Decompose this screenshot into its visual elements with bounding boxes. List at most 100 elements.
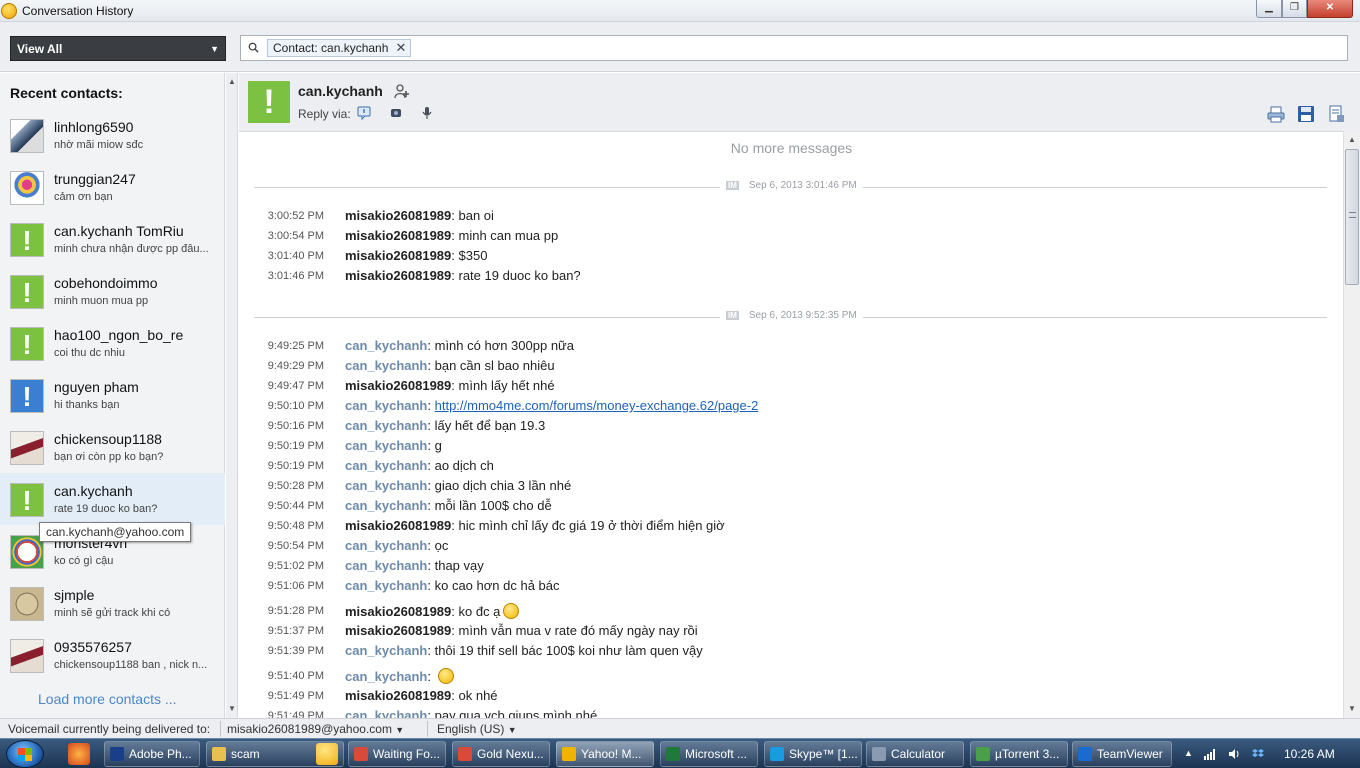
chevron-up-icon[interactable]: ▲ bbox=[1184, 748, 1196, 760]
search-chip-label: Contact: can.kychanh bbox=[273, 41, 389, 55]
smile-emoji-icon bbox=[437, 668, 454, 684]
delete-history-icon[interactable] bbox=[1327, 105, 1345, 123]
minimize-button[interactable]: ▁ bbox=[1256, 0, 1282, 18]
volume-icon[interactable] bbox=[1228, 748, 1240, 760]
start-button[interactable] bbox=[6, 740, 44, 768]
close-icon[interactable]: ✕ bbox=[396, 40, 407, 56]
message-sender: misakio26081989 bbox=[345, 208, 452, 223]
taskbar-item-label: Waiting Fo... bbox=[373, 747, 440, 761]
default-avatar-icon: ! bbox=[10, 275, 44, 309]
load-more-contacts-link[interactable]: Load more contacts ... bbox=[38, 691, 177, 707]
conversation-panel: ! can.kychanh Reply via: No more message… bbox=[239, 73, 1360, 718]
message-row: 9:49:47 PM misakio26081989: mình lấy hết … bbox=[239, 378, 1344, 398]
contact-item[interactable]: trunggian247 cảm ơn bạn bbox=[0, 161, 225, 213]
default-avatar-icon: ! bbox=[10, 223, 44, 257]
message-body: can_kychanh: giao dịch chia 3 lần nhé bbox=[345, 478, 572, 493]
message-text: lấy hết để bạn 19.3 bbox=[434, 418, 546, 433]
message-text: ao dịch ch bbox=[434, 458, 494, 473]
taskbar-item-label: Adobe Ph... bbox=[129, 747, 192, 761]
message-row: 9:51:06 PM can_kychanh: ko cao hơn dc hả … bbox=[239, 578, 1344, 598]
voicemail-email-select[interactable]: misakio26081989@yahoo.com ▼ bbox=[227, 722, 404, 736]
taskbar-item[interactable]: Yahoo! M... bbox=[556, 741, 654, 767]
sidebar-scrollbar[interactable]: ▲ ▼ bbox=[226, 73, 238, 718]
message-time: 9:51:49 PM bbox=[267, 710, 324, 718]
add-contact-icon[interactable] bbox=[394, 83, 410, 99]
message-sender: can_kychanh bbox=[345, 669, 428, 684]
taskbar-item[interactable]: Adobe Ph... bbox=[104, 741, 200, 767]
default-avatar-icon: ! bbox=[10, 327, 44, 361]
message-body: misakio26081989: ban oi bbox=[345, 208, 494, 223]
contact-last-message: minh chưa nhận được pp đâu... bbox=[54, 243, 209, 255]
app-icon bbox=[1078, 747, 1092, 761]
message-body: misakio26081989: mình vẫn mua v rate đó … bbox=[345, 623, 698, 638]
video-call-icon[interactable] bbox=[389, 106, 403, 120]
im-badge: IM bbox=[726, 181, 739, 190]
search-input[interactable]: Contact: can.kychanh ✕ bbox=[240, 35, 1348, 61]
taskbar-item[interactable]: Waiting Fo... bbox=[348, 741, 446, 767]
language-select[interactable]: English (US) ▼ bbox=[437, 722, 517, 736]
scroll-thumb[interactable] bbox=[1345, 149, 1359, 285]
message-time: 9:50:54 PM bbox=[267, 540, 324, 552]
message-row: 9:50:44 PM can_kychanh: mỗi lần 100$ cho … bbox=[239, 498, 1344, 518]
taskbar-item[interactable]: Skype™ [1... bbox=[764, 741, 862, 767]
message-text: ban oi bbox=[458, 208, 494, 223]
contact-item[interactable]: ! nguyen pham hi thanks bạn bbox=[0, 369, 225, 421]
taskbar-item-label: Skype™ [1... bbox=[789, 747, 858, 761]
voice-call-icon[interactable] bbox=[420, 106, 434, 120]
message-body: misakio26081989: rate 19 duoc ko ban? bbox=[345, 268, 581, 283]
message-body: can_kychanh: ọc bbox=[345, 538, 449, 553]
contact-item[interactable]: 0935576257 chickensoup1188 ban , nick n.… bbox=[0, 629, 225, 681]
save-icon[interactable] bbox=[1297, 105, 1315, 123]
print-icon[interactable] bbox=[1267, 105, 1285, 123]
message-link[interactable]: http://mmo4me.com/forums/money-exchange.… bbox=[435, 398, 759, 413]
message-time: 3:00:54 PM bbox=[267, 230, 324, 242]
contact-item[interactable]: linhlong6590 nhờ mãi miow sđc bbox=[0, 109, 225, 161]
contact-item-selected[interactable]: ! can.kychanh rate 19 duoc ko ban? bbox=[0, 473, 225, 525]
message-sender: misakio26081989 bbox=[345, 518, 452, 533]
im-badge: IM bbox=[726, 311, 739, 320]
firefox-icon[interactable] bbox=[68, 743, 90, 765]
message-time: 9:49:47 PM bbox=[267, 380, 324, 392]
message-text: giao dịch chia 3 lần nhé bbox=[434, 478, 572, 493]
contact-item[interactable]: chickensoup1188 bạn ơi còn pp ko bạn? bbox=[0, 421, 225, 473]
message-time: 9:50:16 PM bbox=[267, 420, 324, 432]
window-title: Conversation History bbox=[22, 4, 134, 18]
message-sender: can_kychanh bbox=[345, 578, 428, 593]
taskbar-item[interactable]: Calculator bbox=[866, 741, 964, 767]
taskbar-item[interactable]: TeamViewer bbox=[1072, 741, 1172, 767]
yahoo-messenger-icon bbox=[1, 3, 17, 19]
scroll-down-icon[interactable]: ▼ bbox=[228, 704, 236, 713]
message-row: 3:01:40 PM misakio26081989: $350 bbox=[239, 248, 1344, 268]
signal-icon[interactable] bbox=[1204, 748, 1216, 760]
message-text: ko đc ạ bbox=[458, 604, 501, 619]
scroll-up-icon[interactable]: ▲ bbox=[228, 77, 236, 86]
taskbar-item[interactable]: Gold Nexu... bbox=[452, 741, 550, 767]
dropbox-icon[interactable] bbox=[1252, 748, 1264, 760]
contact-item[interactable]: ! can.kychanh TomRiu minh chưa nhận được… bbox=[0, 213, 225, 265]
view-filter-select[interactable]: View All ▼ bbox=[10, 36, 226, 61]
app-icon bbox=[666, 747, 680, 761]
message-row: 9:49:25 PM can_kychanh: mình có hơn 300pp… bbox=[239, 338, 1344, 358]
contact-item[interactable]: ! cobehondoimmo minh muon mua pp bbox=[0, 265, 225, 317]
taskbar-item-label: Microsoft ... bbox=[685, 747, 748, 761]
app-icon bbox=[110, 747, 124, 761]
message-sender: misakio26081989 bbox=[345, 248, 452, 263]
confused-emoji-icon bbox=[503, 603, 520, 619]
conversation-header: ! can.kychanh Reply via: bbox=[239, 73, 1360, 131]
scroll-up-icon[interactable]: ▲ bbox=[1348, 135, 1356, 144]
taskbar-item[interactable]: µTorrent 3... bbox=[970, 741, 1068, 767]
taskbar-item[interactable]: Microsoft ... bbox=[660, 741, 758, 767]
contact-item[interactable]: sjmple minh sẽ gửi track khi có bbox=[0, 577, 225, 629]
contact-item[interactable]: ! hao100_ngon_bo_re coi thu dc nhiu bbox=[0, 317, 225, 369]
close-button[interactable]: ✕ bbox=[1307, 0, 1353, 18]
chat-reply-icon[interactable] bbox=[357, 106, 371, 120]
message-scrollbar[interactable]: ▲ ▼ bbox=[1343, 131, 1360, 718]
taskbar-item[interactable]: scam bbox=[206, 741, 344, 767]
scroll-down-icon[interactable]: ▼ bbox=[1348, 704, 1356, 713]
maximize-button[interactable]: ❐ bbox=[1282, 0, 1307, 18]
contact-name: hao100_ngon_bo_re bbox=[54, 327, 184, 343]
contact-last-message: minh muon mua pp bbox=[54, 295, 149, 307]
message-row: 9:51:28 PM misakio26081989: ko đc ạ bbox=[239, 603, 1344, 623]
message-text: g bbox=[434, 438, 442, 453]
view-filter-value: View All bbox=[17, 42, 63, 56]
